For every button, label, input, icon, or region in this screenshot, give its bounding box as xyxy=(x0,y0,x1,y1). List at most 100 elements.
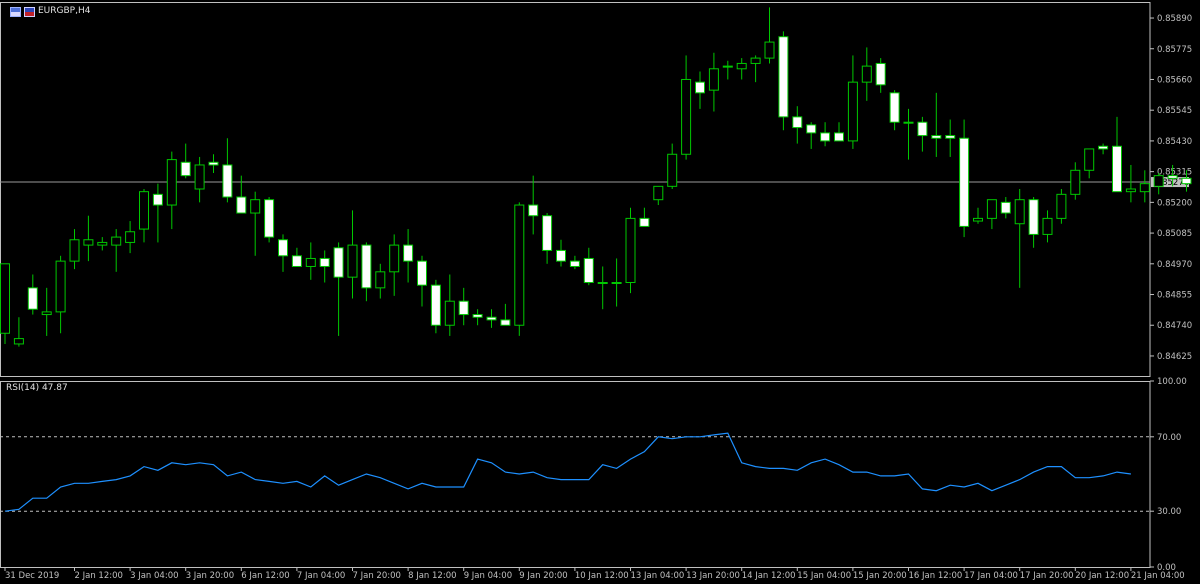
time-axis-label: 15 Jan 20:00 xyxy=(853,571,907,581)
candle-bull xyxy=(625,217,636,283)
time-axis-label: 13 Jan 04:00 xyxy=(631,571,685,581)
time-axis-label: 8 Jan 12:00 xyxy=(408,571,456,581)
candle-bull xyxy=(1070,169,1081,195)
candle-bear xyxy=(875,62,886,86)
price-axis-label: 0.85430 xyxy=(1157,137,1192,147)
candle-bear xyxy=(236,196,247,214)
candle-bull xyxy=(1084,148,1095,171)
candle-bear xyxy=(333,247,344,278)
time-axis-label: 31 Dec 2019 xyxy=(5,571,59,581)
candle-bull xyxy=(41,311,52,316)
time-axis-label: 21 Jan 04:00 xyxy=(1131,571,1185,581)
chart-canvas: 0.858900.857750.856600.855450.854300.853… xyxy=(0,2,1192,581)
candle-bear xyxy=(806,124,817,134)
candle-bull xyxy=(111,236,122,246)
candle-bear xyxy=(264,199,275,238)
candle-bull xyxy=(973,217,983,222)
price-axis-label: 0.84855 xyxy=(1157,291,1192,301)
candle-bull xyxy=(389,244,400,273)
candle-bull xyxy=(708,68,719,91)
rsi-axis-label: 30.00 xyxy=(1157,507,1181,517)
candle-bear xyxy=(917,121,928,137)
candle-bear xyxy=(1167,175,1178,179)
time-axis-label: 15 Jan 04:00 xyxy=(797,571,851,581)
price-axis-label: 0.84740 xyxy=(1157,321,1192,331)
candle-bull xyxy=(1125,188,1136,193)
price-axis-label: 0.85775 xyxy=(1157,45,1192,55)
price-axis-label: 0.85200 xyxy=(1157,198,1192,208)
candle-bear xyxy=(959,137,970,227)
candle-bear xyxy=(542,215,553,251)
candle-bear xyxy=(291,255,302,267)
time-axis-label: 6 Jan 12:00 xyxy=(241,571,289,581)
candle-bear xyxy=(820,132,831,142)
candle-bear xyxy=(27,287,38,310)
candle-bull xyxy=(597,282,608,284)
price-axis-label: 0.85545 xyxy=(1157,106,1192,116)
candle-bear xyxy=(528,204,539,217)
candle-bear xyxy=(931,135,942,139)
candle-bear xyxy=(430,284,441,326)
candle-bull xyxy=(69,239,80,262)
time-axis-label: 17 Jan 20:00 xyxy=(1020,571,1074,581)
candle-bull xyxy=(125,231,136,243)
chart-window-icon xyxy=(10,7,21,17)
candle-bear xyxy=(569,260,580,267)
price-axis-label: 0.85660 xyxy=(1157,75,1192,85)
candle-bull xyxy=(722,65,733,68)
candle-bull xyxy=(166,159,177,206)
candle-bull xyxy=(750,57,761,64)
candle-bear xyxy=(152,193,163,206)
candle-bear xyxy=(208,161,219,166)
time-axis-label: 7 Jan 04:00 xyxy=(297,571,345,581)
candle-bull xyxy=(1042,217,1053,235)
time-axis-label: 20 Jan 12:00 xyxy=(1075,571,1129,581)
candle-bear xyxy=(403,244,414,262)
candle-bear xyxy=(834,132,844,142)
candle-bear xyxy=(945,135,956,139)
candle-bear xyxy=(583,257,594,284)
candle-bear xyxy=(1181,177,1192,185)
candle-bull xyxy=(13,338,24,345)
candle-bull xyxy=(139,191,149,230)
time-axis-label: 3 Jan 20:00 xyxy=(186,571,234,581)
price-axis-label: 0.84625 xyxy=(1157,352,1192,362)
candle-bull xyxy=(1153,175,1164,187)
rsi-axis-label: 70.00 xyxy=(1157,433,1181,443)
candle-bull xyxy=(861,65,872,83)
candle-bear xyxy=(556,249,566,262)
candle-bear xyxy=(639,217,650,227)
candle-bear xyxy=(1028,199,1039,235)
candle-bull xyxy=(347,244,358,278)
price-axis-label: 0.84970 xyxy=(1157,260,1192,270)
candle-bear xyxy=(180,161,191,177)
candle-bull xyxy=(514,204,525,326)
candle-bear xyxy=(417,260,427,286)
candle-bear xyxy=(889,92,900,123)
candle-bull xyxy=(83,239,94,246)
rsi-indicator-label: RSI(14) 47.87 xyxy=(6,383,68,393)
candle-bull xyxy=(55,260,66,313)
time-axis-label: 10 Jan 12:00 xyxy=(575,571,629,581)
symbol-label: EURGBP,H4 xyxy=(38,6,91,16)
time-axis-label: 13 Jan 20:00 xyxy=(686,571,740,581)
rsi-line xyxy=(4,432,1131,512)
candle-bull xyxy=(903,121,914,124)
time-axis-label: 2 Jan 12:00 xyxy=(75,571,123,581)
rsi-axis-label: 100.00 xyxy=(1157,377,1187,387)
time-axis-label: 7 Jan 20:00 xyxy=(353,571,401,581)
candle-bear xyxy=(472,314,483,318)
price-axis-label: 0.85890 xyxy=(1157,14,1192,24)
candle-bull xyxy=(375,271,386,289)
candle-bull xyxy=(667,153,678,187)
candle-bull xyxy=(1139,183,1150,193)
candle-bull xyxy=(444,300,455,326)
candle-bear xyxy=(500,319,511,326)
candle-bull xyxy=(736,62,747,70)
candle-bear xyxy=(319,257,330,267)
candle-bear xyxy=(778,36,789,118)
flag-icon xyxy=(24,7,35,17)
candle-bull xyxy=(250,199,261,214)
candle-bear xyxy=(458,300,469,316)
candle-bear xyxy=(1000,201,1011,214)
